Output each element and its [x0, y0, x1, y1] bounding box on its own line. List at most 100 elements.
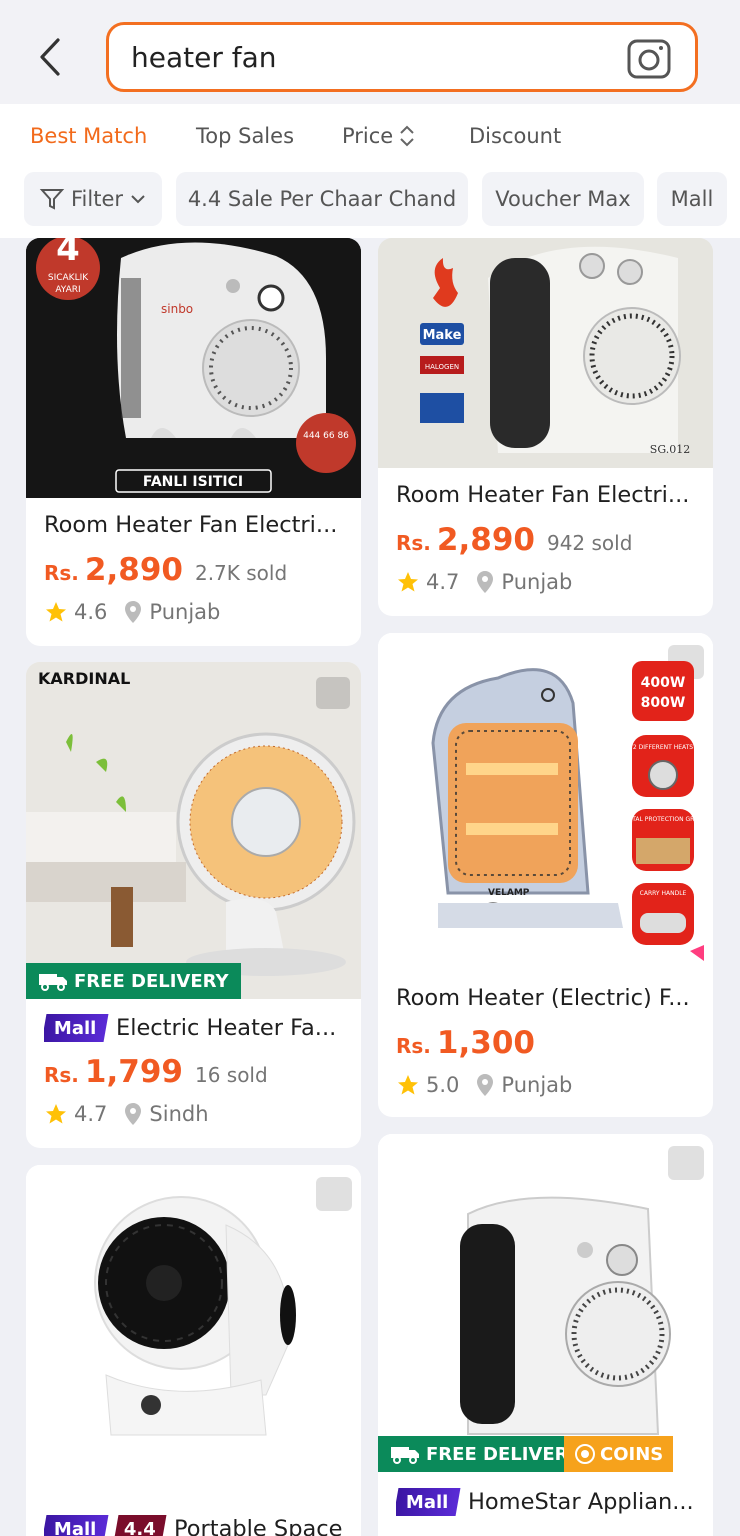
product-image: Make HALOGEN SG.012	[378, 238, 713, 468]
sold-count: 16 sold	[194, 1063, 268, 1087]
product-title: Room Heater Fan Electri...	[44, 512, 338, 538]
mall-label: Mall	[405, 1491, 449, 1513]
product-card[interactable]: VELAMP 400W 800W 2 DIFFERENT HEATS METAL…	[378, 633, 713, 1117]
product-title: Room Heater (Electric) F...	[396, 985, 690, 1011]
sort-price-label: Price	[342, 124, 394, 148]
camera-icon[interactable]	[627, 39, 671, 79]
model-text: SG.012	[650, 443, 690, 456]
brand-text: sinbo	[161, 302, 193, 316]
top-bar: heater fan	[0, 0, 740, 104]
product-card[interactable]: KARDINAL FREE DELIVERY Mall Electric Hea…	[26, 662, 361, 1148]
product-price: Rs. 1,799 16 sold	[44, 1054, 268, 1090]
stamp-text: 444 66 86	[303, 431, 349, 441]
product-card[interactable]: Mall 4.4 Portable Space	[26, 1165, 361, 1536]
sale-badge: 4.4	[113, 1515, 167, 1536]
svg-text:SICAKLIK: SICAKLIK	[48, 273, 89, 283]
mall-label: Mall	[53, 1518, 97, 1536]
coins-badge: COINS	[564, 1436, 674, 1472]
sort-best-match[interactable]: Best Match	[30, 124, 147, 148]
price-amount: 1,799	[84, 1054, 183, 1090]
sale-badge-label: 4.4	[124, 1518, 156, 1536]
filter-icon	[39, 189, 65, 210]
product-title-row: Mall 4.4 Portable Space	[44, 1515, 343, 1536]
rating: 4.6	[74, 600, 108, 624]
sort-price[interactable]: Price	[342, 124, 417, 148]
currency: Rs.	[396, 531, 431, 555]
location-icon	[125, 601, 142, 623]
watt-text: 400W	[641, 675, 686, 691]
back-button[interactable]	[30, 34, 70, 80]
truck-icon	[391, 1447, 419, 1464]
star-icon	[46, 1104, 66, 1124]
caption-text: FANLI ISITICI	[143, 474, 243, 490]
star-icon	[46, 602, 66, 622]
price-amount: 1,300	[436, 1025, 535, 1061]
chip-mall[interactable]: Mall	[657, 172, 727, 226]
chevron-down-icon	[131, 195, 145, 204]
coin-icon	[575, 1444, 595, 1464]
sold-count: 2.7K sold	[194, 561, 288, 585]
product-image: VELAMP 400W 800W 2 DIFFERENT HEATS METAL…	[378, 633, 713, 971]
chip-voucher-max[interactable]: Voucher Max	[482, 172, 644, 226]
svg-text:AYARI: AYARI	[55, 285, 80, 295]
watt2-text: 800W	[641, 695, 686, 711]
mall-badge: Mall	[44, 1014, 109, 1042]
tag2-text: HALOGEN	[425, 363, 459, 371]
feature3-text: CARRY HANDLE	[640, 890, 687, 897]
location: Sindh	[149, 1102, 209, 1126]
product-title: HomeStar Applian...	[468, 1489, 694, 1515]
product-card[interactable]: Make HALOGEN SG.012 Room Heater Fan Elec…	[378, 238, 713, 616]
location: Punjab	[501, 1073, 573, 1097]
chip-sale[interactable]: 4.4 Sale Per Chaar Chand	[176, 172, 468, 226]
tag-text: Make	[423, 328, 462, 343]
location: Punjab	[149, 600, 221, 624]
free-delivery-badge: FREE DELIVERY	[378, 1436, 593, 1472]
product-meta: 4.7 Sindh	[44, 1102, 209, 1126]
coins-label: COINS	[600, 1443, 664, 1465]
currency: Rs.	[44, 561, 79, 585]
sold-count: 942 sold	[546, 531, 633, 555]
filter-label: Filter	[70, 187, 123, 211]
product-title: Portable Space	[174, 1516, 343, 1536]
product-image: 4 SICAKLIK AYARI sinbo 444 66 86 FANLI I…	[26, 238, 361, 498]
product-price: Rs. 2,890 942 sold	[396, 522, 632, 558]
currency: Rs.	[396, 1034, 431, 1058]
price-amount: 2,890	[84, 552, 183, 588]
product-title-row: Mall HomeStar Applian...	[396, 1488, 695, 1516]
product-title: Room Heater Fan Electri...	[396, 482, 690, 508]
product-meta: 4.6 Punjab	[44, 600, 220, 624]
price-amount: 2,890	[436, 522, 535, 558]
currency: Rs.	[44, 1063, 79, 1087]
product-title: Electric Heater Fa...	[116, 1015, 337, 1041]
product-price: Rs. 2,890 2.7K sold	[44, 552, 287, 588]
product-title-row: Mall Electric Heater Fa...	[44, 1014, 343, 1042]
mall-badge: Mall	[44, 1515, 109, 1536]
rating: 4.7	[74, 1102, 108, 1126]
free-delivery-badge: FREE DELIVERY	[26, 963, 241, 999]
rating: 5.0	[426, 1073, 460, 1097]
product-image	[26, 1165, 361, 1505]
product-card[interactable]: 4 SICAKLIK AYARI sinbo 444 66 86 FANLI I…	[26, 238, 361, 646]
back-arrow-icon	[40, 38, 60, 76]
product-meta: 5.0 Punjab	[396, 1073, 572, 1097]
truck-icon	[39, 974, 67, 991]
mall-label: Mall	[53, 1017, 97, 1039]
sort-top-sales[interactable]: Top Sales	[196, 124, 294, 148]
sort-arrows-icon	[400, 125, 414, 147]
search-input[interactable]: heater fan	[131, 41, 277, 74]
product-price: Rs. 1,300	[396, 1025, 535, 1061]
feature2-text: METAL PROTECTION GRILL	[623, 816, 703, 823]
badge-number: 4	[56, 238, 80, 269]
search-bar[interactable]: heater fan	[106, 22, 698, 92]
location-icon	[477, 1074, 494, 1096]
filter-chip[interactable]: Filter	[24, 172, 162, 226]
location-icon	[125, 1103, 142, 1125]
free-delivery-label: FREE DELIVERY	[426, 1443, 581, 1465]
location-icon	[477, 571, 494, 593]
brand-text: VELAMP	[488, 888, 530, 898]
product-image	[378, 1134, 713, 1472]
sort-discount[interactable]: Discount	[469, 124, 561, 148]
location: Punjab	[501, 570, 573, 594]
star-icon	[398, 572, 418, 592]
product-card[interactable]: FREE DELIVERY COINS Mall HomeStar Applia…	[378, 1134, 713, 1536]
